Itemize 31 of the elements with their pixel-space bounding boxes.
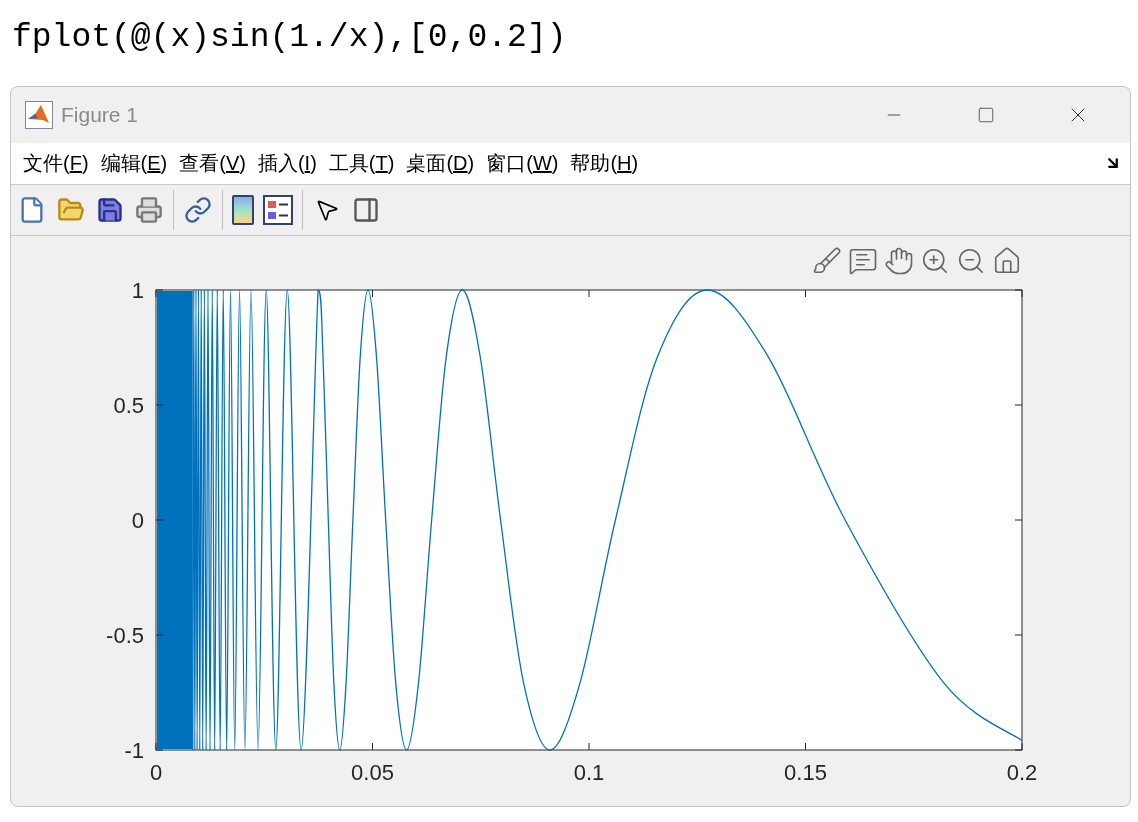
menu-item[interactable]: 编辑(E) — [96, 148, 172, 179]
menu-item[interactable]: 插入(I) — [253, 148, 321, 179]
x-tick-label: 0.1 — [573, 760, 605, 785]
maximize-icon[interactable] — [977, 105, 995, 124]
command-text: fplot(@(x)sin(1./x),[0,0.2]) — [12, 18, 568, 58]
menu-item[interactable]: 桌面(D) — [402, 148, 479, 179]
y-tick-label: -0.5 — [106, 623, 144, 648]
x-tick-label: 0.2 — [1006, 760, 1038, 785]
menu-item[interactable]: 文件(F) — [19, 148, 93, 179]
y-tick-label: -1 — [124, 738, 144, 763]
menu-item[interactable]: 帮助(H) — [566, 148, 643, 179]
legend-icon[interactable] — [263, 195, 293, 226]
brush-icon[interactable] — [812, 246, 842, 276]
zoom-in-icon[interactable] — [920, 246, 950, 276]
menu-item[interactable]: 工具(T) — [324, 148, 399, 179]
print-icon[interactable] — [134, 195, 164, 226]
menu-item[interactable]: 窗口(W) — [482, 148, 563, 179]
y-tick-label: 0.5 — [113, 393, 144, 418]
y-tick-label: 1 — [131, 278, 144, 303]
x-tick-label: 0.15 — [784, 760, 827, 785]
pan-hand-icon[interactable] — [884, 246, 914, 276]
menu-item[interactable]: 查看(V) — [175, 148, 250, 179]
colorbar-icon[interactable] — [232, 195, 254, 226]
zoom-out-icon[interactable] — [956, 246, 986, 276]
link-icon[interactable] — [183, 195, 213, 226]
data-tip-icon[interactable] — [848, 246, 878, 276]
x-tick-label: 0.05 — [351, 760, 394, 785]
x-tick-label: 0 — [149, 760, 163, 785]
home-icon[interactable] — [992, 246, 1022, 276]
y-tick-label: 0 — [131, 508, 144, 533]
window-title: Figure 1 — [61, 102, 139, 129]
